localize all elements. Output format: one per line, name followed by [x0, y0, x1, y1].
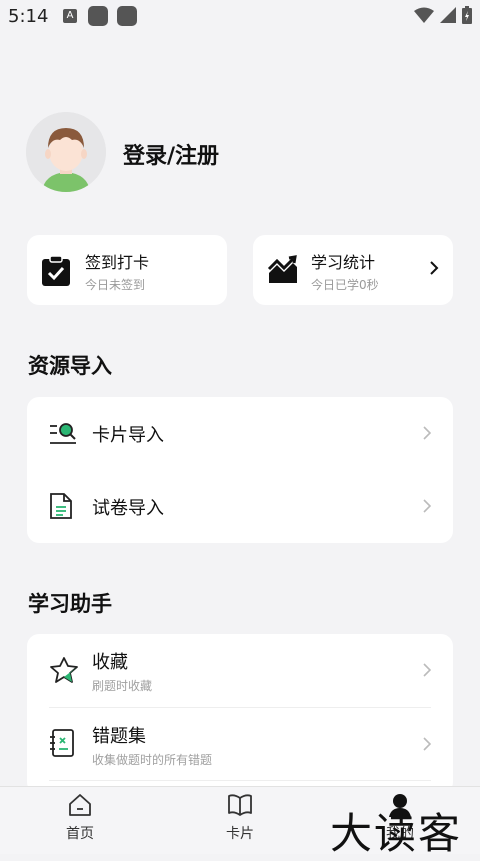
status-bar: 5:14 A	[0, 0, 480, 34]
clipboard-check-icon	[42, 255, 70, 286]
study-assistant-heading: 学习助手	[28, 592, 112, 616]
checkin-title: 签到打卡	[85, 253, 150, 272]
favorites-label: 收藏	[92, 652, 128, 673]
avatar[interactable]	[26, 112, 106, 192]
home-icon	[69, 794, 91, 816]
study-assistant-card: 收藏 刷题时收藏 错题集 收集做题时的所有错题	[27, 634, 453, 794]
study-stats-time: 今日已学0秒	[311, 278, 379, 292]
chevron-right-icon	[423, 426, 431, 440]
divider	[49, 780, 431, 781]
nav-cards[interactable]: 卡片	[200, 793, 280, 843]
paper-import-label: 试卷导入	[92, 498, 164, 519]
card-search-icon	[50, 423, 76, 444]
notification-icon	[88, 6, 108, 26]
watermark: 大读客	[330, 809, 463, 858]
wrong-book-icon	[50, 729, 74, 757]
document-icon	[50, 493, 72, 519]
chevron-right-icon	[423, 663, 431, 677]
a-notification-icon: A	[63, 9, 77, 23]
wifi-icon	[414, 7, 434, 23]
chevron-right-icon	[423, 499, 431, 513]
resource-import-heading: 资源导入	[28, 354, 112, 378]
login-register-link[interactable]: 登录/注册	[123, 138, 219, 170]
wrong-questions-desc: 收集做题时的所有错题	[92, 753, 213, 767]
nav-cards-label: 卡片	[226, 826, 254, 842]
card-import-row[interactable]: 卡片导入	[27, 397, 453, 469]
chevron-right-icon	[430, 261, 439, 275]
favorites-desc: 刷题时收藏	[92, 679, 153, 693]
checkin-status: 今日未签到	[85, 278, 146, 292]
chevron-right-icon	[423, 737, 431, 751]
battery-icon	[462, 6, 472, 24]
checkin-card[interactable]: 签到打卡 今日未签到	[27, 235, 227, 305]
resource-import-card: 卡片导入 试卷导入	[27, 397, 453, 543]
signal-icon	[440, 7, 456, 23]
wrong-questions-label: 错题集	[92, 726, 146, 747]
notification-icon	[117, 6, 137, 26]
study-stats-title: 学习统计	[311, 253, 376, 272]
nav-home-label: 首页	[66, 826, 94, 842]
status-time: 5:14	[8, 6, 49, 27]
paper-import-row[interactable]: 试卷导入	[27, 470, 453, 542]
trend-chart-icon	[267, 255, 297, 283]
avatar-icon	[26, 112, 106, 192]
wrong-questions-row[interactable]: 错题集 收集做题时的所有错题	[27, 708, 453, 780]
profile-header[interactable]: 登录/注册	[26, 112, 446, 194]
favorites-row[interactable]: 收藏 刷题时收藏	[27, 634, 453, 706]
study-stats-card[interactable]: 学习统计 今日已学0秒	[253, 235, 453, 305]
star-icon	[50, 657, 78, 683]
nav-home[interactable]: 首页	[40, 793, 120, 843]
book-icon	[228, 794, 252, 816]
card-import-label: 卡片导入	[92, 425, 164, 446]
